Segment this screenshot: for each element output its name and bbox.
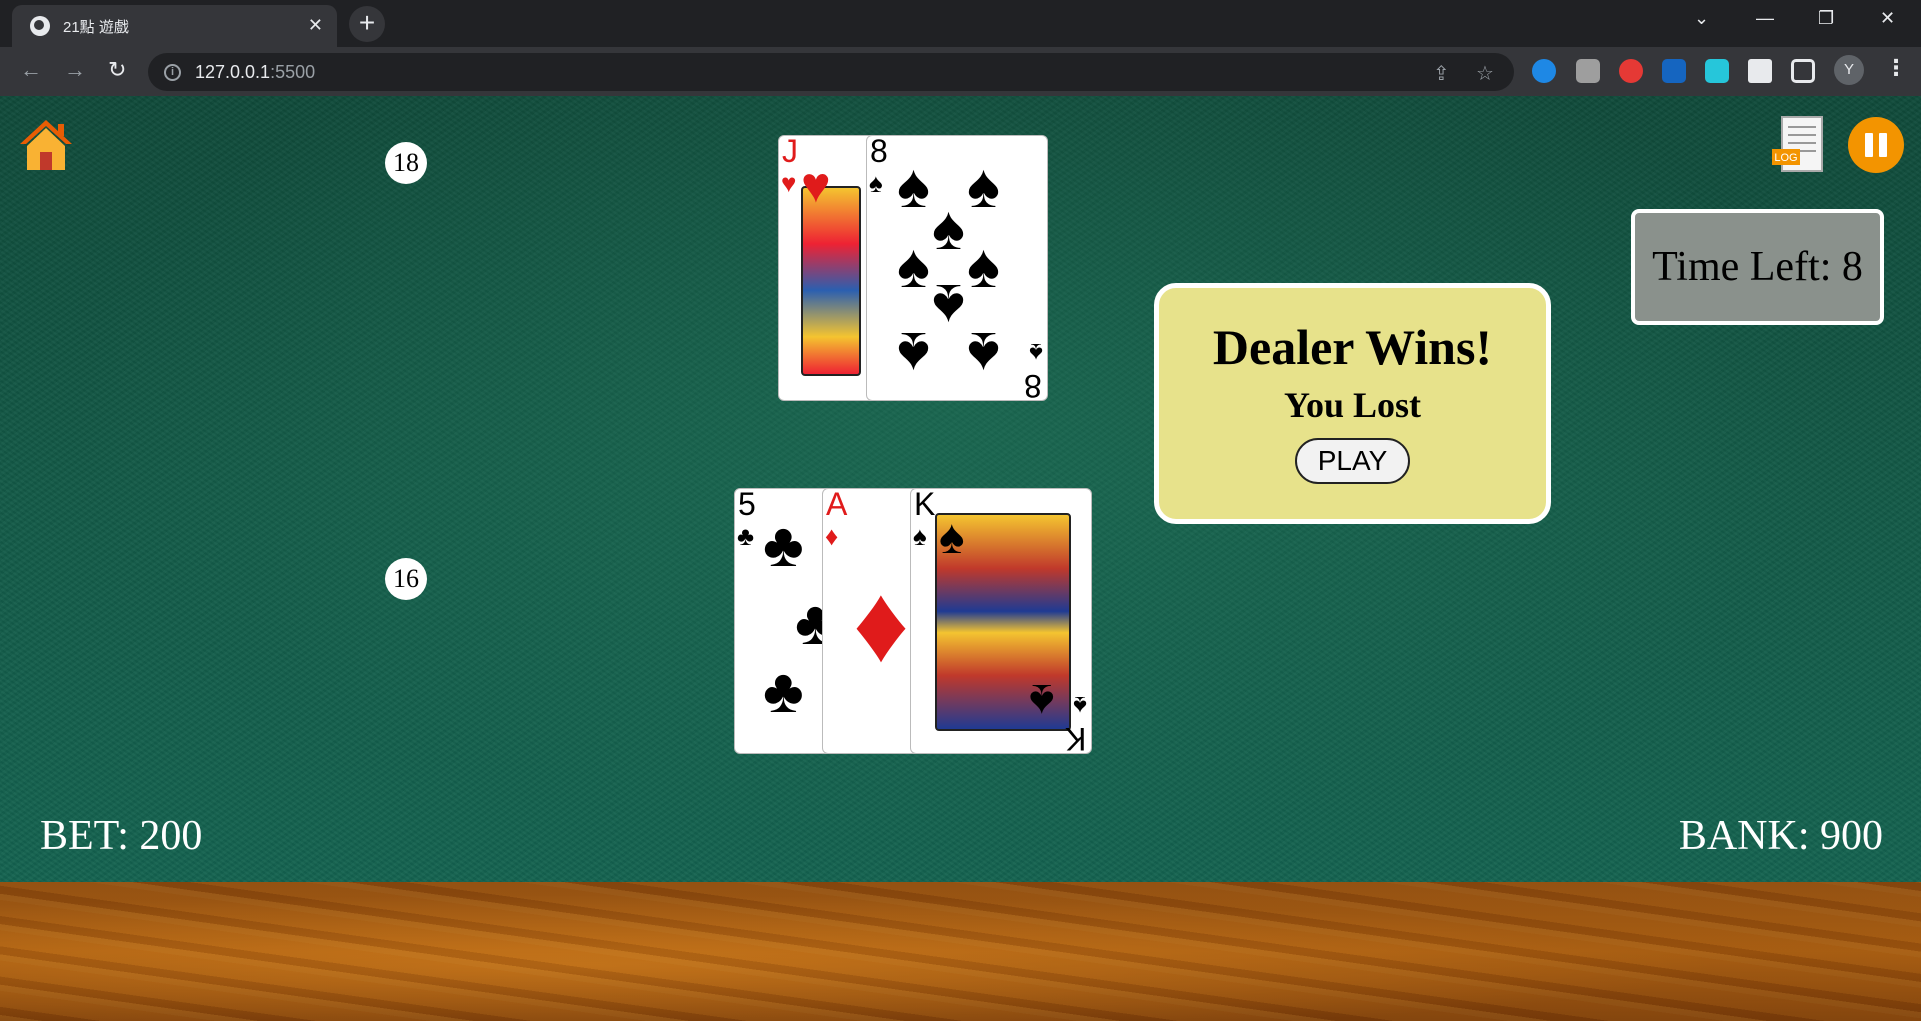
home-icon[interactable] bbox=[18, 118, 74, 172]
card-rank: A bbox=[826, 488, 848, 522]
club-pip-icon: ♣ bbox=[763, 511, 804, 580]
back-icon[interactable]: ← bbox=[20, 57, 42, 83]
spade-pip-icon: ♠ bbox=[967, 152, 1000, 221]
result-dialog: Dealer Wins! You Lost PLAY bbox=[1154, 283, 1551, 524]
restore-icon[interactable]: ❐ bbox=[1818, 8, 1834, 29]
card-rank-bottom: K bbox=[1064, 721, 1086, 754]
extension-gem-icon[interactable] bbox=[1532, 59, 1556, 83]
card-suit-bottom: ♠ bbox=[1073, 691, 1087, 721]
spade-pip-icon: ♠ bbox=[897, 232, 930, 301]
browser-tab[interactable]: 21點 遊戲 ✕ bbox=[12, 5, 337, 47]
tab-title: 21點 遊戲 bbox=[63, 18, 129, 36]
wood-rail bbox=[0, 882, 1921, 1021]
spade-pip-icon: ♠ bbox=[967, 319, 1000, 388]
share-icon[interactable]: ⇪ bbox=[1433, 61, 1450, 86]
browser-menu-icon[interactable]: ⋮ bbox=[1885, 55, 1907, 81]
new-tab-button[interactable]: + bbox=[349, 6, 385, 42]
heart-pip-icon: ♥ bbox=[801, 157, 831, 213]
timer-panel: Time Left: 8 bbox=[1631, 209, 1884, 325]
card-suit: ♣ bbox=[737, 521, 755, 551]
close-window-icon[interactable]: ✕ bbox=[1880, 8, 1895, 29]
result-title: Dealer Wins! bbox=[1212, 319, 1493, 375]
card-suit: ♠ bbox=[869, 168, 883, 198]
spade-pip-icon: ♠ bbox=[967, 232, 1000, 301]
dealer-card-2: 8 ♠ ♠ ♠ ♠ ♠ ♠ ♠ ♠ ♠ 8 ♠ bbox=[866, 135, 1048, 401]
dealer-score: 18 bbox=[385, 142, 427, 184]
player-score: 16 bbox=[385, 558, 427, 600]
card-rank: J bbox=[782, 135, 798, 169]
minimize-icon[interactable]: — bbox=[1756, 8, 1774, 29]
log-label: LOG bbox=[1774, 152, 1797, 164]
spade-pip-icon: ♠ bbox=[897, 152, 930, 221]
card-suit-bottom: ♠ bbox=[1029, 338, 1043, 368]
spade-pip-icon: ♠ bbox=[932, 271, 965, 340]
address-bar[interactable]: i 127.0.0.1:5500 ⇪ ☆ bbox=[148, 53, 1514, 91]
log-document-icon[interactable]: LOG bbox=[1770, 115, 1826, 175]
extension-red-icon[interactable] bbox=[1619, 59, 1643, 83]
diamond-pip-icon: ♦ bbox=[853, 562, 910, 685]
reload-icon[interactable]: ↻ bbox=[108, 57, 126, 83]
card-suit: ♠ bbox=[913, 521, 927, 551]
browser-toolbar: ← → ↻ i 127.0.0.1:5500 ⇪ ☆ Y ⋮ bbox=[0, 47, 1921, 96]
card-suit: ♦ bbox=[825, 521, 839, 551]
card-rank: 5 bbox=[738, 488, 756, 522]
card-rank: 8 bbox=[870, 135, 888, 169]
club-pip-icon: ♣ bbox=[763, 657, 804, 726]
play-button[interactable]: PLAY bbox=[1295, 438, 1410, 484]
close-tab-icon[interactable]: ✕ bbox=[308, 15, 323, 36]
bookmark-star-icon[interactable]: ☆ bbox=[1476, 61, 1494, 86]
globe-icon bbox=[30, 16, 50, 36]
extension-line-icon[interactable] bbox=[1576, 59, 1600, 83]
player-card-3: K ♠ ♠ ♠ K ♠ bbox=[910, 488, 1092, 754]
spade-pip-icon: ♠ bbox=[939, 511, 965, 564]
pause-button[interactable] bbox=[1848, 117, 1904, 173]
url-text: 127.0.0.1:5500 bbox=[195, 61, 316, 82]
bank-balance: BANK: 900 bbox=[1678, 813, 1883, 859]
site-info-icon[interactable]: i bbox=[164, 63, 181, 81]
timer-text: Time Left: 8 bbox=[1652, 244, 1863, 290]
tab-search-icon[interactable]: ⌄ bbox=[1694, 8, 1709, 29]
forward-icon[interactable]: → bbox=[64, 57, 86, 83]
browser-tab-bar: 21點 遊戲 ✕ + ⌄ — ❐ ✕ bbox=[0, 0, 1921, 47]
bet-amount: BET: 200 bbox=[40, 813, 203, 859]
profile-avatar[interactable]: Y bbox=[1834, 55, 1864, 85]
side-panel-icon[interactable] bbox=[1791, 59, 1815, 83]
extensions-puzzle-icon[interactable] bbox=[1748, 59, 1772, 83]
result-subtitle: You Lost bbox=[1283, 385, 1422, 425]
spade-pip-icon: ♠ bbox=[932, 194, 965, 263]
spade-pip-icon: ♠ bbox=[1029, 674, 1055, 727]
card-rank-bottom: 8 bbox=[1024, 368, 1042, 401]
extension-filter-icon[interactable] bbox=[1705, 59, 1729, 83]
spade-pip-icon: ♠ bbox=[897, 319, 930, 388]
card-rank: K bbox=[914, 488, 936, 522]
extension-trello-icon[interactable] bbox=[1662, 59, 1686, 83]
card-suit: ♥ bbox=[781, 168, 797, 198]
